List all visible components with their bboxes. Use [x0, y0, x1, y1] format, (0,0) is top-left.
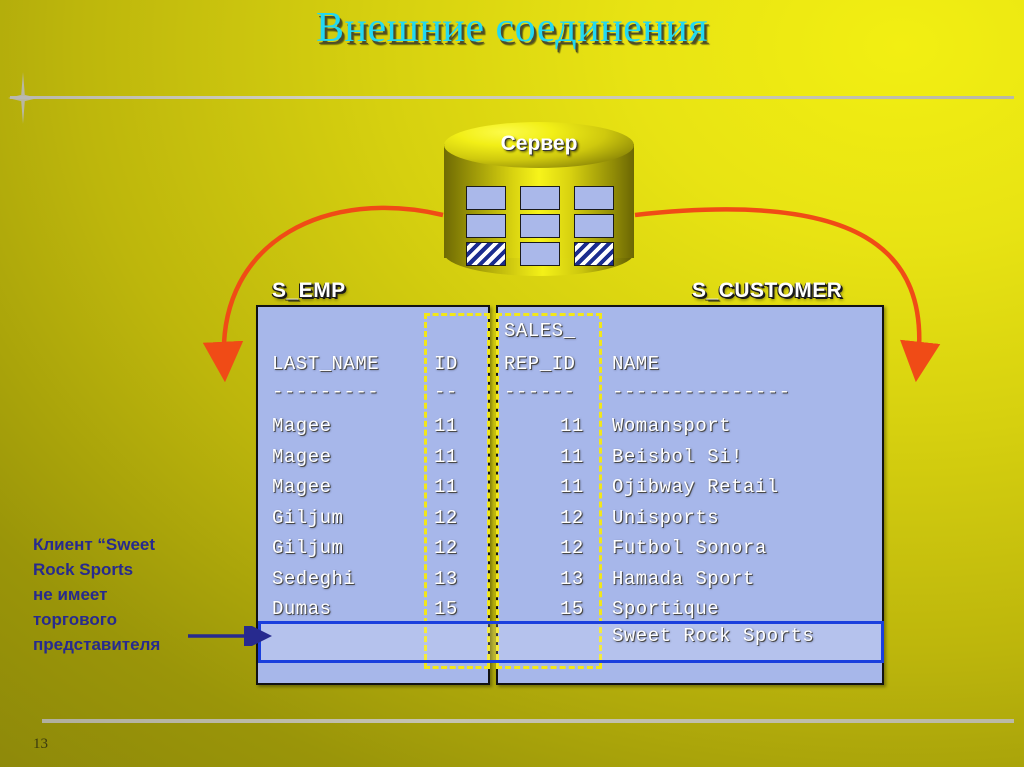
slide-canvas: Внешние соединения Сервер S_EMP S_CUSTOM…	[0, 0, 1024, 767]
join-key-selection-s-emp	[424, 313, 490, 669]
column-header-last-name: LAST_NAME	[272, 353, 380, 375]
column-separator-left: ---------	[272, 381, 380, 403]
server-cell-5	[520, 214, 560, 238]
server-label: Сервер	[500, 132, 578, 155]
server-cell-9-hatched	[574, 242, 614, 266]
table-label-s-customer: S_CUSTOMER	[692, 279, 843, 302]
page-title: Внешние соединения	[315, 5, 709, 51]
header-divider	[10, 96, 1014, 99]
server-cell-2	[520, 186, 560, 210]
table-label-s-emp: S_EMP	[272, 279, 346, 302]
table-rows-last-name: Magee Magee Magee Giljum Giljum Sedeghi …	[272, 415, 356, 620]
unmatched-customer-name: Sweet Rock Sports	[612, 625, 815, 647]
server-cell-6	[574, 214, 614, 238]
join-key-selection-s-customer	[496, 313, 602, 669]
server-cell-8	[520, 242, 560, 266]
caption-line-1: Клиент “Sweet	[33, 535, 156, 554]
server-cell-4	[466, 214, 506, 238]
caption-line-2: Rock Sports	[33, 560, 134, 579]
caption-pointer-arrow	[188, 626, 272, 646]
footer-divider	[42, 719, 1014, 723]
server-cell-3	[574, 186, 614, 210]
server-cylinder: Сервер	[444, 122, 634, 280]
column-separator-name: ---------------	[612, 381, 791, 403]
table-rows-customer-name: Womansport Beisbol Si! Ojibway Retail Un…	[612, 415, 779, 620]
column-header-name: NAME	[612, 353, 660, 375]
caption-line-3: не имеет	[33, 585, 108, 604]
server-cell-1	[466, 186, 506, 210]
page-number: 13	[33, 736, 48, 752]
server-cell-7-hatched	[466, 242, 506, 266]
